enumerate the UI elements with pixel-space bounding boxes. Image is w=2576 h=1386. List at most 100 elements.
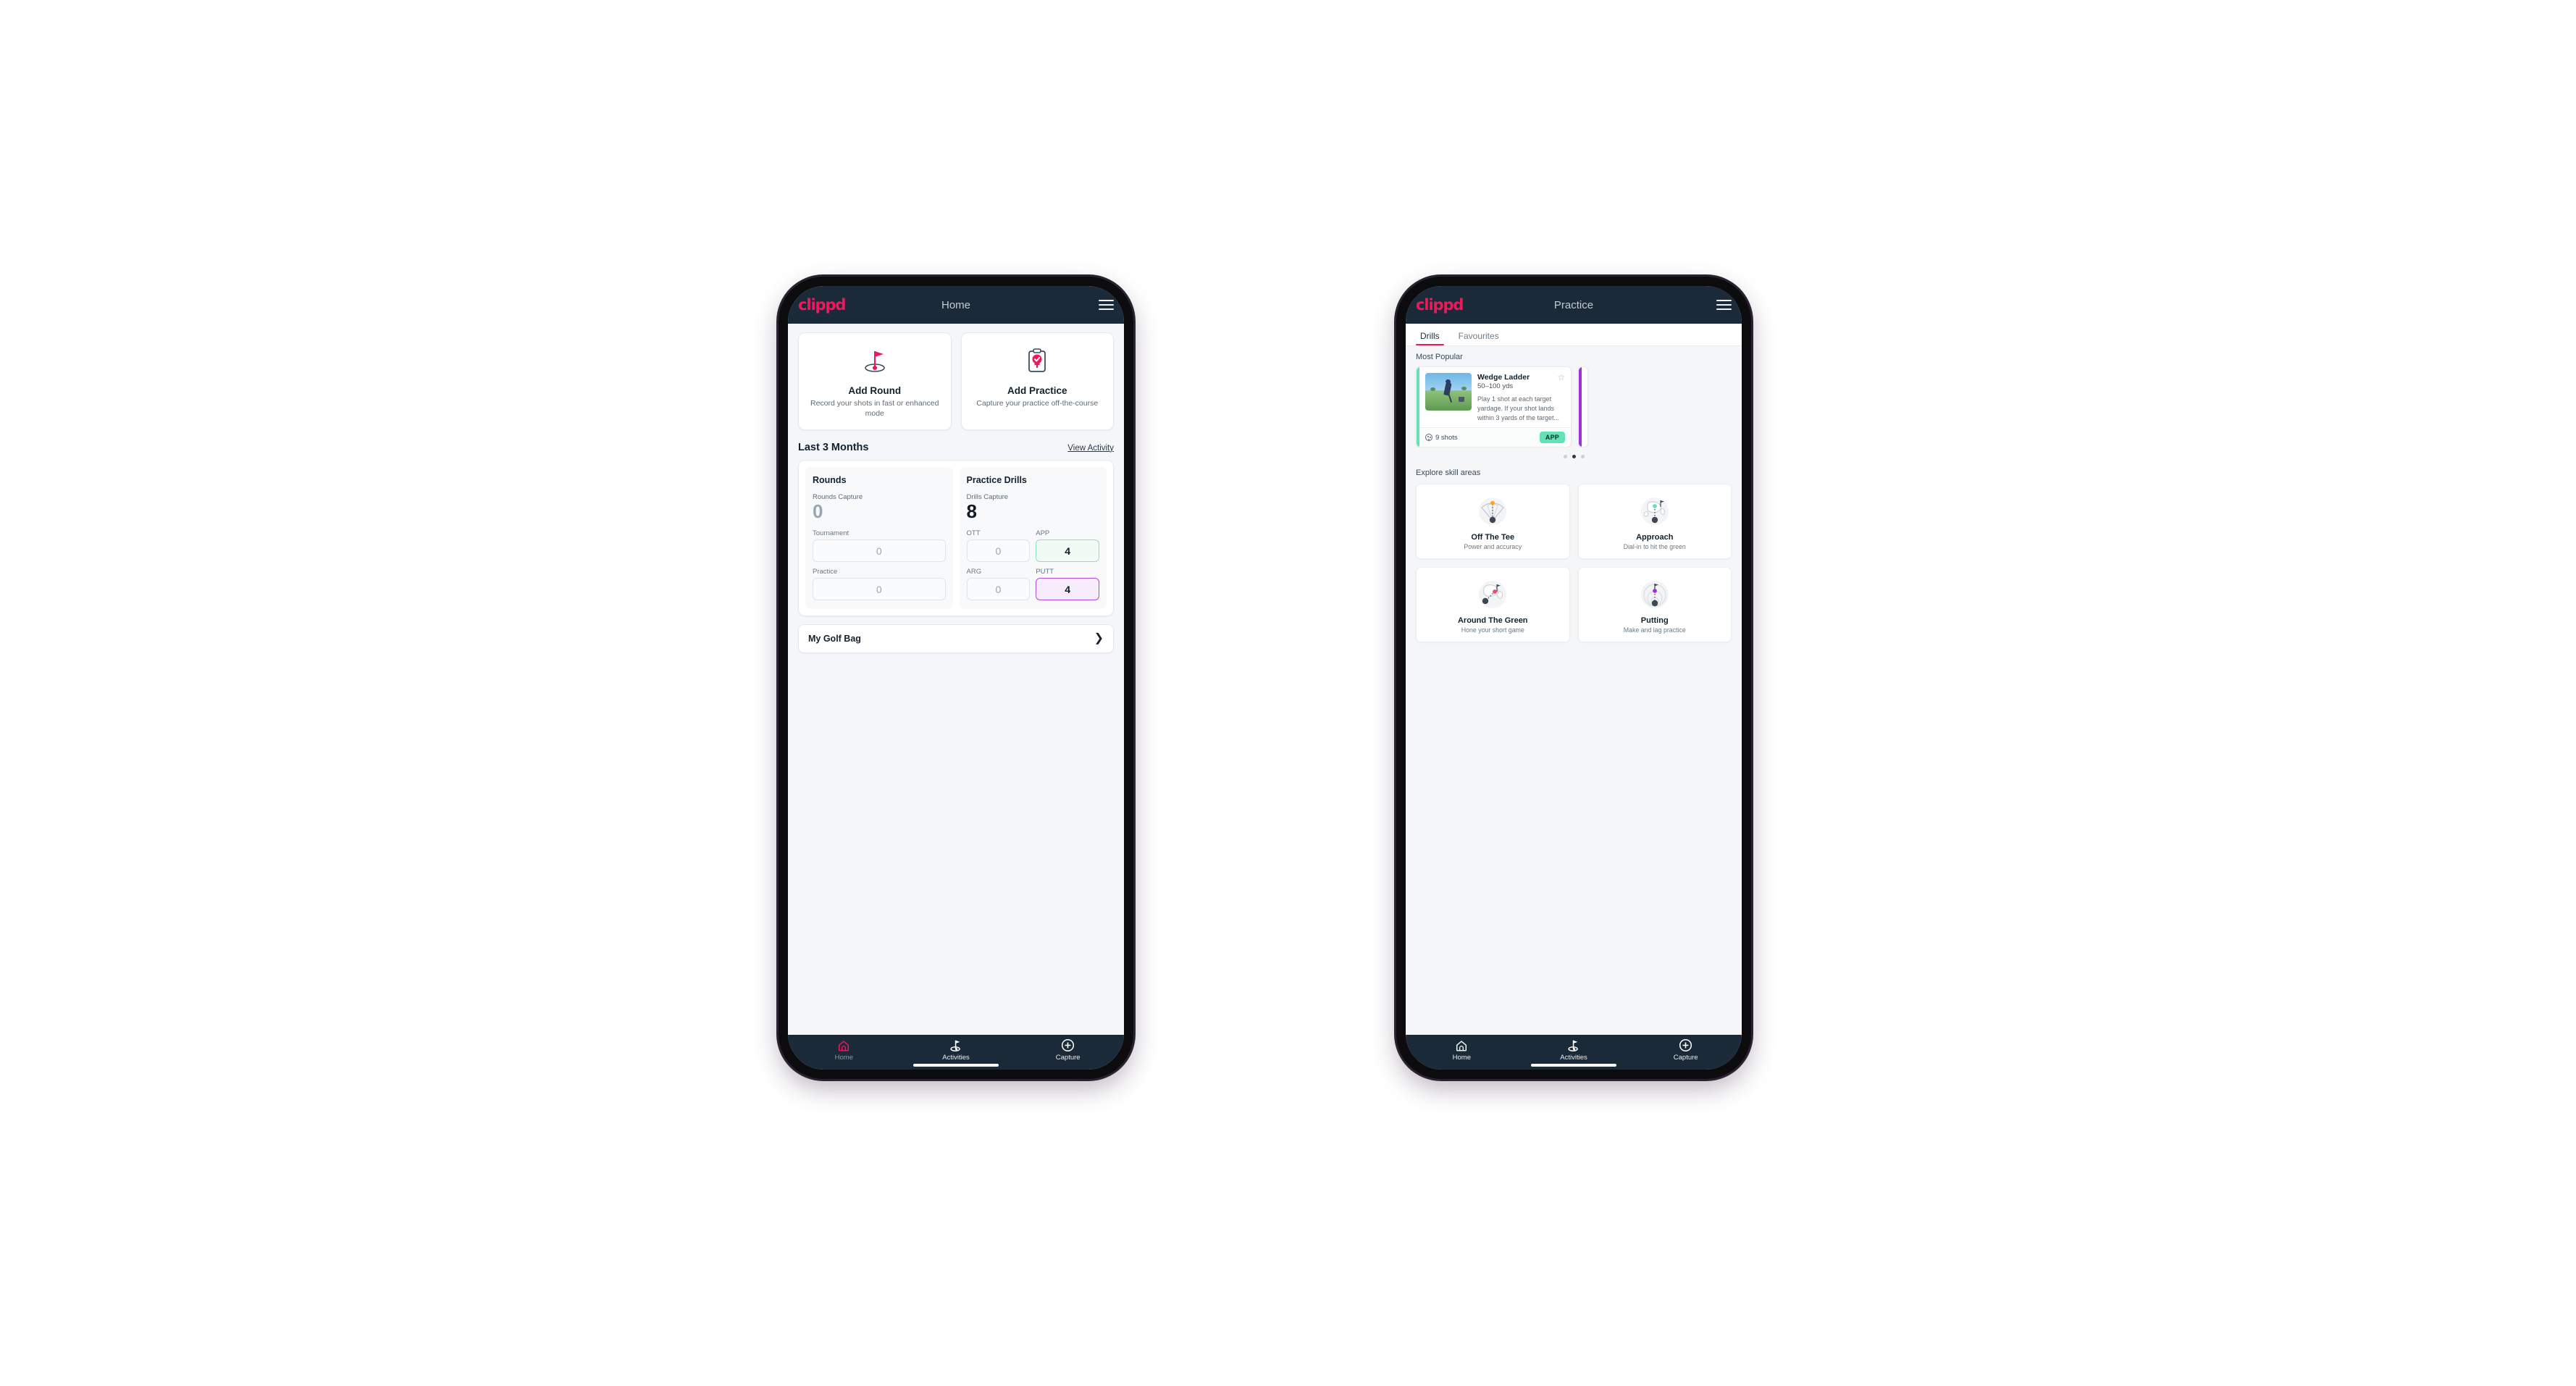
practice-field-group: Practice 0 [813, 568, 946, 601]
nav-item-capture[interactable]: Capture [1629, 1038, 1742, 1062]
drill-cells-row-1: OTT 0 APP 4 [966, 529, 1099, 563]
arg-value[interactable]: 0 [966, 578, 1031, 601]
nav-item-capture[interactable]: Capture [1012, 1038, 1124, 1062]
nav-label-activities: Activities [1560, 1054, 1587, 1062]
last-3-months-header: Last 3 Months View Activity [798, 442, 1114, 453]
nav-item-home[interactable]: Home [1406, 1038, 1518, 1062]
plus-circle-icon [1012, 1038, 1124, 1052]
rounds-column: Rounds Rounds Capture 0 Tournament 0 Pra… [805, 466, 953, 610]
drill-shots: 9 shots [1425, 434, 1458, 442]
skill-card-around-the-green[interactable]: Around The Green Hone your short game [1416, 567, 1570, 643]
app-cell: APP 4 [1036, 529, 1099, 563]
carousel-dot[interactable] [1580, 455, 1585, 459]
drill-cells-row-2: ARG 0 PUTT 4 [966, 568, 1099, 601]
rounds-title: Rounds [813, 474, 847, 485]
ott-cell: OTT 0 [966, 529, 1031, 563]
my-golf-bag-label: My Golf Bag [808, 634, 861, 644]
tournament-field-group: Tournament 0 [813, 529, 946, 563]
phone-mockup-practice: clippd Practice Drills Favourites Most P… [1396, 277, 1751, 1079]
ott-value[interactable]: 0 [966, 539, 1031, 563]
drill-card[interactable] [1578, 366, 1588, 448]
plus-circle-icon [1629, 1038, 1742, 1052]
drills-capture-value: 8 [966, 500, 977, 522]
drills-capture-label: Drills Capture [966, 492, 1009, 501]
skill-title: Approach [1636, 533, 1674, 542]
putt-value[interactable]: 4 [1036, 578, 1099, 601]
drill-carousel[interactable]: Wedge Ladder 50–100 yds ☆ Play 1 shot at… [1406, 366, 1742, 448]
putt-cell: PUTT 4 [1036, 568, 1099, 601]
add-round-card[interactable]: Add Round Record your shots in fast or e… [798, 332, 952, 430]
add-practice-subtitle: Capture your practice off-the-course [976, 399, 1099, 408]
nav-item-home[interactable]: Home [788, 1038, 900, 1062]
golf-flag-icon [900, 1038, 1012, 1052]
skill-subtitle: Hone your short game [1461, 626, 1524, 634]
hamburger-icon[interactable] [1716, 300, 1732, 310]
home-indicator-bar [913, 1064, 999, 1067]
nav-label-home: Home [834, 1054, 853, 1062]
home-icon [788, 1038, 900, 1052]
explore-skill-areas-label: Explore skill areas [1416, 469, 1481, 478]
drill-yardage: 50–100 yds [1477, 382, 1514, 390]
quick-actions-row: Add Round Record your shots in fast or e… [798, 332, 1114, 430]
most-popular-label: Most Popular [1416, 353, 1463, 361]
drill-thumbnail [1425, 373, 1472, 411]
carousel-dot[interactable] [1563, 455, 1567, 459]
add-practice-card[interactable]: Add Practice Capture your practice off-t… [960, 332, 1114, 430]
rounds-capture-value: 0 [813, 500, 823, 522]
tournament-value[interactable]: 0 [813, 539, 946, 563]
ott-label: OTT [966, 529, 981, 538]
green-chip-icon [1421, 576, 1565, 613]
practice-label: Practice [813, 568, 838, 576]
nav-label-capture: Capture [1055, 1054, 1081, 1062]
add-practice-title: Add Practice [1007, 385, 1067, 396]
rounds-capture-label: Rounds Capture [813, 492, 863, 501]
home-screen-body: Add Round Record your shots in fast or e… [788, 324, 1124, 1035]
add-round-subtitle: Record your shots in fast or enhanced mo… [810, 399, 939, 418]
practice-drills-title: Practice Drills [966, 474, 1027, 485]
tab-favourites[interactable]: Favourites [1454, 331, 1503, 345]
tab-drills[interactable]: Drills [1416, 331, 1444, 345]
star-outline-icon[interactable]: ☆ [1557, 373, 1565, 382]
clipboard-check-icon [969, 345, 1107, 377]
skill-subtitle: Make and lag practice [1623, 626, 1686, 634]
nav-item-activities[interactable]: Activities [900, 1038, 1012, 1062]
golf-flag-hole-icon [806, 345, 944, 377]
carousel-dot-active[interactable] [1572, 455, 1576, 459]
home-icon [1406, 1038, 1518, 1052]
tournament-label: Tournament [813, 529, 849, 538]
app-label: APP [1036, 529, 1050, 538]
practice-drills-column: Practice Drills Drills Capture 8 OTT 0 A… [959, 466, 1107, 610]
add-round-title: Add Round [848, 385, 902, 396]
nav-item-activities[interactable]: Activities [1518, 1038, 1630, 1062]
my-golf-bag-row[interactable]: My Golf Bag ❯ [798, 624, 1114, 654]
phone-mockup-home: clippd Home Add Round Record your shots … [779, 277, 1133, 1079]
skill-subtitle: Power and accuracy [1464, 543, 1522, 551]
app-value[interactable]: 4 [1036, 539, 1099, 563]
screenshot-canvas: clippd Home Add Round Record your shots … [0, 0, 2576, 1386]
skill-areas-grid: Off The Tee Power and accuracy Approach … [1406, 484, 1742, 643]
golf-flag-icon [1518, 1038, 1630, 1052]
putting-rings-icon [1583, 576, 1727, 613]
stats-card: Rounds Rounds Capture 0 Tournament 0 Pra… [798, 459, 1114, 617]
view-activity-link[interactable]: View Activity [1067, 444, 1114, 453]
carousel-dots[interactable] [1406, 455, 1742, 459]
page-title: Practice [1553, 298, 1594, 311]
nav-label-activities: Activities [942, 1054, 970, 1062]
skill-card-off-the-tee[interactable]: Off The Tee Power and accuracy [1416, 484, 1570, 560]
skill-card-putting[interactable]: Putting Make and lag practice [1577, 567, 1732, 643]
page-title: Home [941, 298, 970, 311]
practice-value[interactable]: 0 [813, 578, 946, 601]
drill-name: Wedge Ladder [1477, 373, 1530, 382]
hamburger-icon[interactable] [1099, 300, 1114, 310]
skill-card-approach[interactable]: Approach Dial-in to hit the green [1577, 484, 1732, 560]
tab-bar: Drills Favourites [1406, 324, 1742, 346]
nav-label-capture: Capture [1673, 1054, 1698, 1062]
bottom-nav-home: Home Activities Capture [788, 1035, 1124, 1070]
drill-card[interactable]: Wedge Ladder 50–100 yds ☆ Play 1 shot at… [1416, 366, 1572, 448]
skill-title: Off The Tee [1471, 533, 1515, 542]
skill-subtitle: Dial-in to hit the green [1623, 543, 1686, 551]
nav-label-home: Home [1452, 1054, 1471, 1062]
drill-shots-label: 9 shots [1435, 433, 1458, 442]
device-notch [1533, 277, 1614, 283]
tee-shot-fan-icon [1421, 492, 1565, 530]
